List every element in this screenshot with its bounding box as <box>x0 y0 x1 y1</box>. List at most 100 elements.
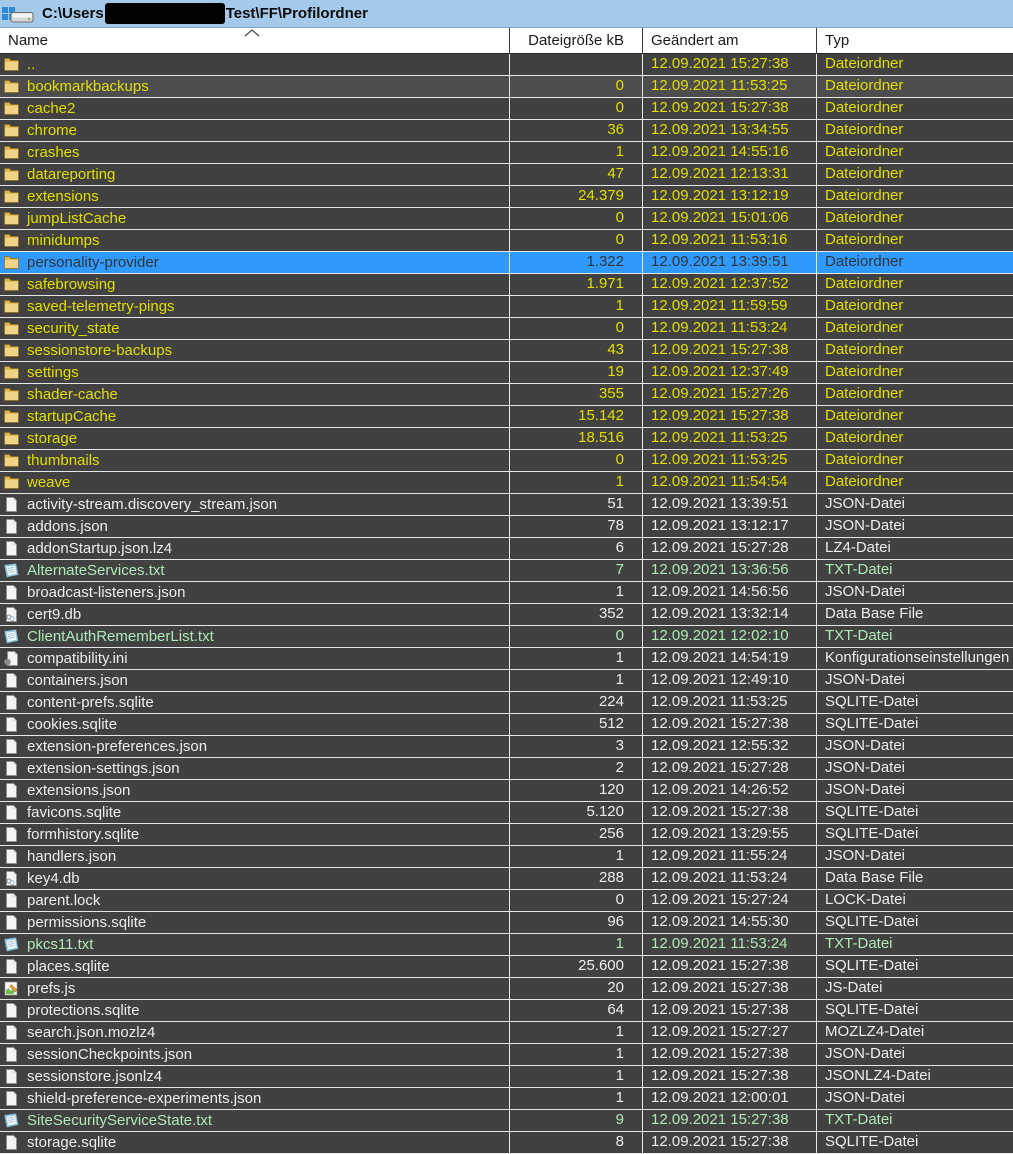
file-row[interactable]: search.json.mozlz4 1 12.09.2021 15:27:27… <box>0 1022 1013 1044</box>
file-row[interactable]: addons.json 78 12.09.2021 13:12:17 JSON-… <box>0 516 1013 538</box>
column-header-type[interactable]: Typ <box>817 28 1013 53</box>
document-icon <box>3 1046 20 1063</box>
file-row[interactable]: SiteSecurityServiceState.txt 9 12.09.202… <box>0 1110 1013 1132</box>
file-row[interactable]: cache2 0 12.09.2021 15:27:38 Dateiordner <box>0 98 1013 120</box>
file-type: JS-Datei <box>825 979 883 996</box>
file-name: crashes <box>27 144 80 161</box>
drive-icon <box>10 12 34 23</box>
file-row[interactable]: content-prefs.sqlite 224 12.09.2021 11:5… <box>0 692 1013 714</box>
file-name: permissions.sqlite <box>27 914 147 931</box>
file-row[interactable]: security_state 0 12.09.2021 11:53:24 Dat… <box>0 318 1013 340</box>
file-type: TXT-Datei <box>825 561 893 578</box>
window-title-path: C:\Users Test\FF\Profilordner <box>42 3 368 24</box>
file-modified: 12.09.2021 15:27:38 <box>643 1044 817 1065</box>
file-type: JSON-Datei <box>825 495 906 512</box>
file-row[interactable]: crashes 1 12.09.2021 14:55:16 Dateiordne… <box>0 142 1013 164</box>
file-row[interactable]: addonStartup.json.lz4 6 12.09.2021 15:27… <box>0 538 1013 560</box>
file-row[interactable]: sessionstore-backups 43 12.09.2021 15:27… <box>0 340 1013 362</box>
file-size: 1 <box>510 296 643 317</box>
file-name: .. <box>27 56 36 73</box>
file-size: 47 <box>510 164 643 185</box>
file-row[interactable]: activity-stream.discovery_stream.json 51… <box>0 494 1013 516</box>
document-icon <box>3 584 20 601</box>
file-row[interactable]: extension-settings.json 2 12.09.2021 15:… <box>0 758 1013 780</box>
file-row[interactable]: sessionstore.jsonlz4 1 12.09.2021 15:27:… <box>0 1066 1013 1088</box>
file-size: 0 <box>510 230 643 251</box>
file-row[interactable]: handlers.json 1 12.09.2021 11:55:24 JSON… <box>0 846 1013 868</box>
file-row[interactable]: cert9.db 352 12.09.2021 13:32:14 Data Ba… <box>0 604 1013 626</box>
file-row[interactable]: favicons.sqlite 5.120 12.09.2021 15:27:3… <box>0 802 1013 824</box>
file-row[interactable]: shield-preference-experiments.json 1 12.… <box>0 1088 1013 1110</box>
file-row[interactable]: bookmarkbackups 0 12.09.2021 11:53:25 Da… <box>0 76 1013 98</box>
column-header-modified[interactable]: Geändert am <box>643 28 817 53</box>
file-name: ClientAuthRememberList.txt <box>27 628 214 645</box>
file-row[interactable]: ClientAuthRememberList.txt 0 12.09.2021 … <box>0 626 1013 648</box>
file-row[interactable]: .. 12.09.2021 15:27:38 Dateiordner <box>0 54 1013 76</box>
file-row[interactable]: safebrowsing 1.971 12.09.2021 12:37:52 D… <box>0 274 1013 296</box>
file-name: sessionstore.jsonlz4 <box>27 1068 163 1085</box>
file-row[interactable]: extensions 24.379 12.09.2021 13:12:19 Da… <box>0 186 1013 208</box>
file-row[interactable]: key4.db 288 12.09.2021 11:53:24 Data Bas… <box>0 868 1013 890</box>
file-row[interactable]: saved-telemetry-pings 1 12.09.2021 11:59… <box>0 296 1013 318</box>
file-size: 224 <box>510 692 643 713</box>
file-type: SQLITE-Datei <box>825 913 919 930</box>
file-row[interactable]: extensions.json 120 12.09.2021 14:26:52 … <box>0 780 1013 802</box>
file-row[interactable]: protections.sqlite 64 12.09.2021 15:27:3… <box>0 1000 1013 1022</box>
file-row[interactable]: containers.json 1 12.09.2021 12:49:10 JS… <box>0 670 1013 692</box>
file-size: 120 <box>510 780 643 801</box>
file-row[interactable]: places.sqlite 25.600 12.09.2021 15:27:38… <box>0 956 1013 978</box>
file-size: 1 <box>510 670 643 691</box>
file-row[interactable]: settings 19 12.09.2021 12:37:49 Dateiord… <box>0 362 1013 384</box>
file-row[interactable]: formhistory.sqlite 256 12.09.2021 13:29:… <box>0 824 1013 846</box>
file-modified: 12.09.2021 12:49:10 <box>643 670 817 691</box>
file-row[interactable]: storage.sqlite 8 12.09.2021 15:27:38 SQL… <box>0 1132 1013 1154</box>
file-size: 0 <box>510 76 643 97</box>
file-name: extensions <box>27 188 99 205</box>
file-row[interactable]: sessionCheckpoints.json 1 12.09.2021 15:… <box>0 1044 1013 1066</box>
database-icon <box>3 606 20 623</box>
file-row[interactable]: startupCache 15.142 12.09.2021 15:27:38 … <box>0 406 1013 428</box>
folder-icon <box>3 166 20 183</box>
document-icon <box>3 694 20 711</box>
file-row[interactable]: minidumps 0 12.09.2021 11:53:16 Dateiord… <box>0 230 1013 252</box>
file-row[interactable]: parent.lock 0 12.09.2021 15:27:24 LOCK-D… <box>0 890 1013 912</box>
file-list: .. 12.09.2021 15:27:38 Dateiordner bookm… <box>0 54 1013 1154</box>
file-row[interactable]: thumbnails 0 12.09.2021 11:53:25 Dateior… <box>0 450 1013 472</box>
file-name: containers.json <box>27 672 128 689</box>
file-row[interactable]: permissions.sqlite 96 12.09.2021 14:55:3… <box>0 912 1013 934</box>
file-size: 2 <box>510 758 643 779</box>
file-row[interactable]: broadcast-listeners.json 1 12.09.2021 14… <box>0 582 1013 604</box>
file-row[interactable]: chrome 36 12.09.2021 13:34:55 Dateiordne… <box>0 120 1013 142</box>
file-row[interactable]: datareporting 47 12.09.2021 12:13:31 Dat… <box>0 164 1013 186</box>
file-row[interactable]: AlternateServices.txt 7 12.09.2021 13:36… <box>0 560 1013 582</box>
file-row[interactable]: shader-cache 355 12.09.2021 15:27:26 Dat… <box>0 384 1013 406</box>
column-header-size[interactable]: Dateigröße kB <box>510 28 643 53</box>
file-name: sessionstore-backups <box>27 342 173 359</box>
file-type: SQLITE-Datei <box>825 715 919 732</box>
document-icon <box>3 782 20 799</box>
file-modified: 12.09.2021 15:27:24 <box>643 890 817 911</box>
file-size: 0 <box>510 98 643 119</box>
file-row[interactable]: extension-preferences.json 3 12.09.2021 … <box>0 736 1013 758</box>
file-row[interactable]: weave 1 12.09.2021 11:54:54 Dateiordner <box>0 472 1013 494</box>
file-name: addons.json <box>27 518 108 535</box>
file-name: broadcast-listeners.json <box>27 584 186 601</box>
document-icon <box>3 804 20 821</box>
file-name: shield-preference-experiments.json <box>27 1090 262 1107</box>
file-row[interactable]: cookies.sqlite 512 12.09.2021 15:27:38 S… <box>0 714 1013 736</box>
file-row[interactable]: compatibility.ini 1 12.09.2021 14:54:19 … <box>0 648 1013 670</box>
file-name: key4.db <box>27 870 80 887</box>
file-type: SQLITE-Datei <box>825 957 919 974</box>
file-row[interactable]: storage 18.516 12.09.2021 11:53:25 Datei… <box>0 428 1013 450</box>
file-type: Dateiordner <box>825 473 904 490</box>
file-row[interactable]: prefs.js 20 12.09.2021 15:27:38 JS-Datei <box>0 978 1013 1000</box>
file-modified: 12.09.2021 11:53:25 <box>643 692 817 713</box>
file-row[interactable]: jumpListCache 0 12.09.2021 15:01:06 Date… <box>0 208 1013 230</box>
file-row[interactable]: personality-provider 1.322 12.09.2021 13… <box>0 252 1013 274</box>
file-size: 355 <box>510 384 643 405</box>
file-type: SQLITE-Datei <box>825 825 919 842</box>
file-size: 1 <box>510 1066 643 1087</box>
file-row[interactable]: pkcs11.txt 1 12.09.2021 11:53:24 TXT-Dat… <box>0 934 1013 956</box>
file-modified: 12.09.2021 13:34:55 <box>643 120 817 141</box>
file-type: Dateiordner <box>825 231 904 248</box>
